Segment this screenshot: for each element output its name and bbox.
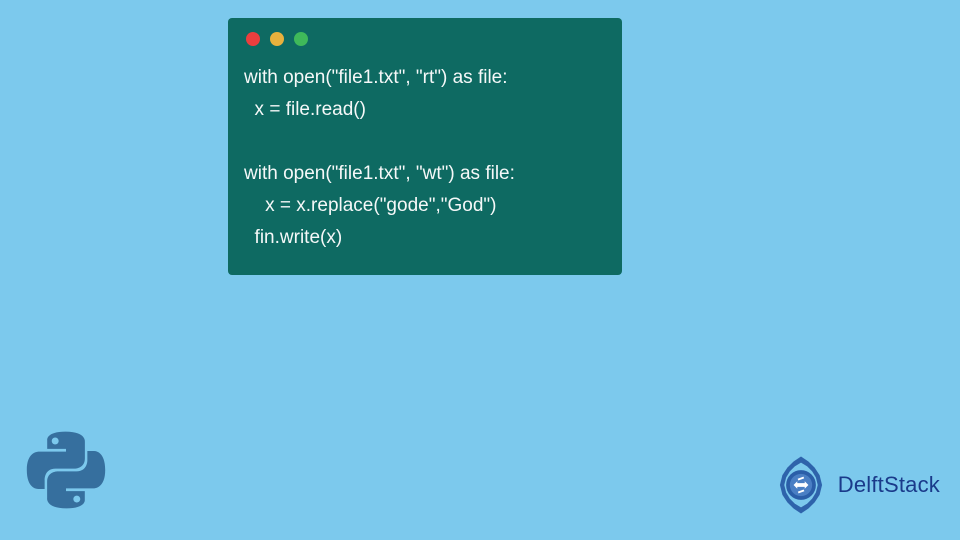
code-line: x = x.replace("gode","God") [244, 195, 496, 216]
code-block: with open("file1.txt", "rt") as file: x … [244, 62, 606, 253]
code-line: fin.write(x) [244, 227, 342, 248]
code-line: with open("file1.txt", "wt") as file: [244, 163, 515, 184]
minimize-icon [270, 32, 284, 46]
code-line [244, 131, 255, 152]
close-icon [246, 32, 260, 46]
brand-logo: DelftStack [770, 454, 940, 516]
delftstack-icon [770, 454, 832, 516]
window-controls [246, 32, 606, 46]
code-line: with open("file1.txt", "rt") as file: [244, 67, 508, 88]
code-window: with open("file1.txt", "rt") as file: x … [228, 18, 622, 275]
python-logo-icon [22, 430, 110, 518]
maximize-icon [294, 32, 308, 46]
code-line: x = file.read() [244, 99, 366, 120]
brand-name: DelftStack [838, 472, 940, 498]
